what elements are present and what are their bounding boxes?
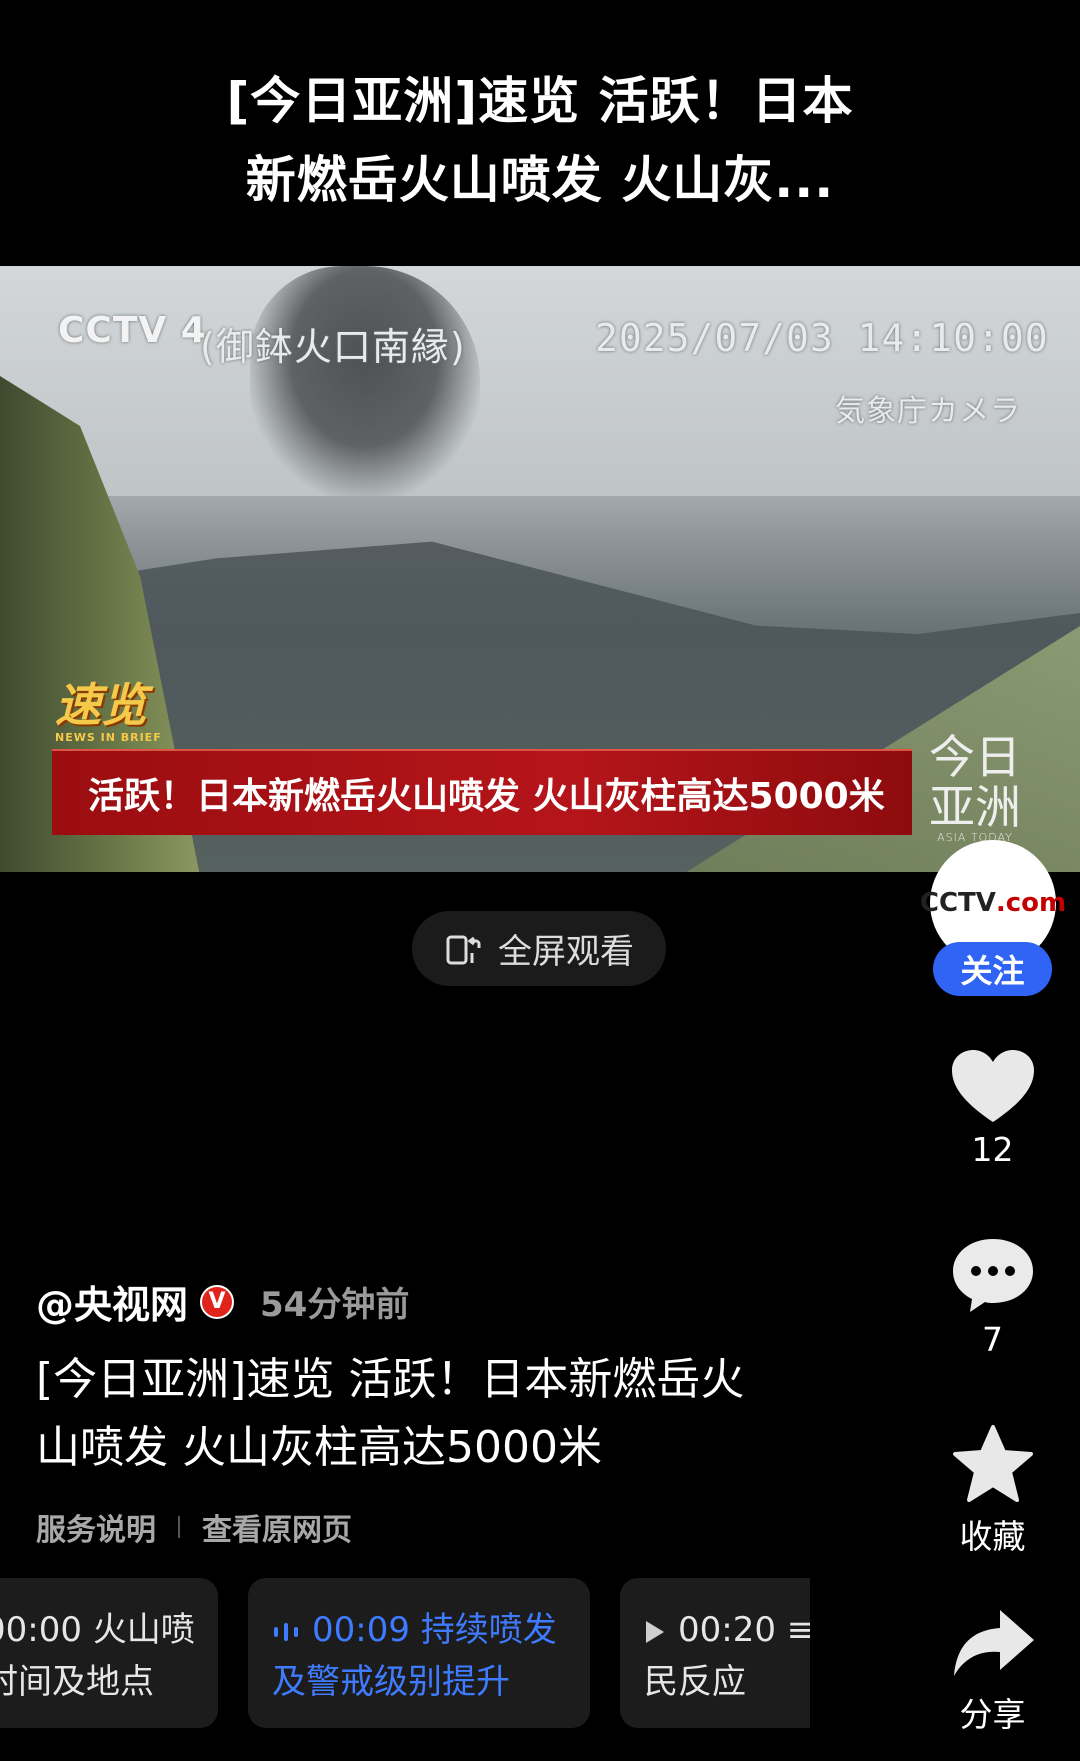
chapter-line-1: 00:20 ≡ (678, 1610, 810, 1650)
playing-bars-icon (274, 1622, 298, 1641)
osd-location: (御鉢火口南縁) (200, 325, 466, 369)
chapter-line-2: 民反应 (644, 1662, 746, 1702)
chapter-line-2: 时间及地点 (0, 1662, 154, 1702)
comment-icon (952, 1239, 1033, 1312)
follow-button[interactable]: 关注 (933, 942, 1052, 996)
fullscreen-label: 全屏观看 (498, 932, 634, 972)
share-arrow-icon (953, 1610, 1034, 1676)
description-line-1: [今日亚洲]速览 活跃！日本新燃岳火 (36, 1354, 745, 1405)
chapter-line-2: 及警戒级别提升 (272, 1662, 510, 1702)
description-line-2: 山喷发 火山灰柱高达5000米 (36, 1422, 602, 1473)
verified-badge: V (200, 1284, 235, 1319)
post-links: 服务说明 查看原网页 (36, 1505, 352, 1549)
title-line-1: [今日亚洲]速览 活跃！日本 (226, 72, 854, 130)
service-info-link[interactable]: 服务说明 (36, 1505, 156, 1549)
ash-plume (250, 266, 480, 496)
program-logo: 今日 亚洲 ASIA TODAY (915, 732, 1035, 852)
post-description[interactable]: [今日亚洲]速览 活跃！日本新燃岳火 山喷发 火山灰柱高达5000米 (36, 1346, 836, 1482)
link-divider (178, 1516, 180, 1538)
chapter-line-1: 00:09 持续喷发 (312, 1610, 557, 1650)
play-icon (646, 1620, 664, 1643)
lower-third-caption: 活跃！日本新燃岳火山喷发 火山灰柱高达5000米 (52, 749, 912, 835)
video-sky (0, 266, 1080, 496)
fullscreen-button[interactable]: 全屏观看 (412, 911, 666, 986)
chapter-item[interactable]: 00:00 火山喷 时间及地点 (0, 1578, 218, 1728)
comment-count: 7 (982, 1320, 1003, 1359)
heart-icon (951, 1050, 1034, 1122)
comment-button[interactable]: 7 (935, 1236, 1050, 1359)
program-logo-line2: 亚洲 (929, 780, 1021, 834)
author-name[interactable]: @央视网 (36, 1274, 188, 1329)
news-brief-badge: 速览 NEWS IN BRIEF (55, 669, 175, 744)
title-line-2: 新燃岳火山喷发 火山灰... (245, 151, 835, 209)
badge-subtext: NEWS IN BRIEF (55, 731, 162, 744)
author-row: @央视网 V 54分钟前 (36, 1274, 409, 1329)
favorite-label: 收藏 (959, 1517, 1026, 1556)
video-title: [今日亚洲]速览 活跃！日本 新燃岳火山喷发 火山灰... (90, 62, 990, 220)
post-time: 54分钟前 (260, 1285, 410, 1325)
chapter-list: 00:00 火山喷 时间及地点 00:09 持续喷发 及警戒级别提升 00:20… (0, 1578, 810, 1730)
like-count: 12 (971, 1130, 1014, 1169)
like-button[interactable]: 12 (935, 1048, 1050, 1169)
osd-timestamp: 2025/07/03 14:10:00 (595, 316, 1049, 360)
video-player[interactable]: CCTV 4 (御鉢火口南縁) 2025/07/03 14:10:00 気象庁カ… (0, 266, 1080, 872)
star-icon (952, 1425, 1033, 1502)
channel-logo: CCTV 4 (58, 310, 207, 351)
avatar-cctv-text: CCTV (919, 888, 996, 918)
share-button[interactable]: 分享 (935, 1606, 1050, 1736)
program-logo-line1: 今日 (929, 730, 1021, 784)
avatar-com-text: .com (995, 888, 1067, 918)
chapter-item[interactable]: 00:20 ≡ 民反应 (620, 1578, 810, 1728)
badge-text: 速览 (55, 678, 147, 732)
share-label: 分享 (959, 1695, 1026, 1734)
favorite-button[interactable]: 收藏 (935, 1424, 1050, 1558)
view-original-link[interactable]: 查看原网页 (202, 1505, 352, 1549)
osd-camera-label: 気象庁カメラ (835, 394, 1021, 429)
rotate-screen-icon (446, 935, 481, 964)
chapter-line-1: 00:00 火山喷 (0, 1610, 195, 1650)
chapter-item-active[interactable]: 00:09 持续喷发 及警戒级别提升 (248, 1578, 590, 1728)
